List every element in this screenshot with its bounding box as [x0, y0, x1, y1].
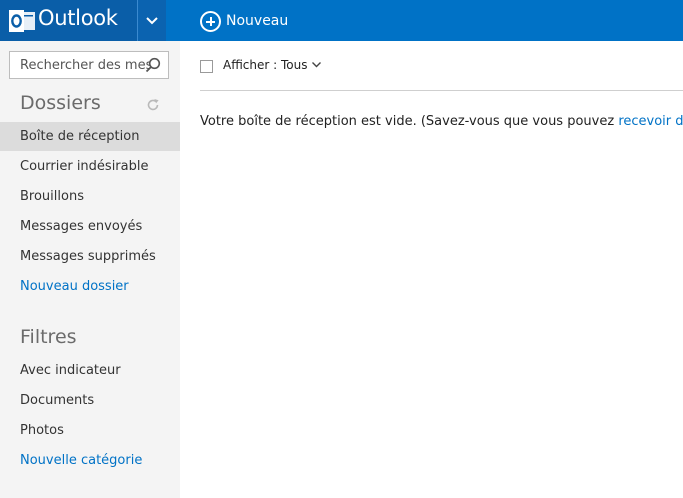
new-category-link[interactable]: Nouvelle catégorie	[0, 446, 180, 475]
top-bar: Outlook Nouveau	[0, 0, 683, 41]
folder-sent[interactable]: Messages envoyés	[0, 212, 180, 241]
outlook-logo-icon	[9, 10, 35, 32]
sidebar: Dossiers Boîte de réception Courrier ind…	[0, 41, 180, 498]
folders-title: Dossiers	[20, 92, 101, 114]
folder-inbox[interactable]: Boîte de réception	[0, 122, 180, 151]
filter-photos[interactable]: Photos	[0, 416, 180, 445]
filter-dropdown[interactable]: Afficher : Tous	[223, 58, 321, 72]
new-message-button[interactable]: Nouveau	[200, 8, 288, 34]
plus-circle-icon	[200, 10, 221, 32]
brand-name: Outlook	[38, 6, 118, 30]
empty-inbox-message: Votre boîte de réception est vide. (Save…	[200, 114, 683, 129]
empty-inbox-link[interactable]: recevoir des m	[618, 114, 683, 129]
new-message-label: Nouveau	[226, 13, 289, 29]
filters-title: Filtres	[20, 326, 77, 348]
select-all-checkbox[interactable]	[200, 60, 213, 73]
search-icon[interactable]	[145, 57, 161, 73]
new-folder-link[interactable]: Nouveau dossier	[0, 272, 180, 301]
search-box	[9, 51, 169, 79]
brand-area[interactable]: Outlook	[0, 0, 137, 41]
search-input[interactable]	[10, 52, 150, 78]
folder-drafts[interactable]: Brouillons	[0, 182, 180, 211]
filter-flagged[interactable]: Avec indicateur	[0, 356, 180, 385]
filter-documents[interactable]: Documents	[0, 386, 180, 415]
toolbar-divider	[200, 90, 683, 91]
app-menu-button[interactable]	[137, 0, 166, 41]
empty-inbox-text: Votre boîte de réception est vide. (Save…	[200, 114, 619, 129]
chevron-down-icon	[146, 16, 158, 24]
refresh-icon[interactable]	[146, 98, 160, 112]
chevron-down-icon	[311, 62, 321, 68]
folder-junk[interactable]: Courrier indésirable	[0, 152, 180, 181]
filter-label: Afficher : Tous	[223, 58, 308, 72]
folder-deleted[interactable]: Messages supprimés	[0, 242, 180, 271]
